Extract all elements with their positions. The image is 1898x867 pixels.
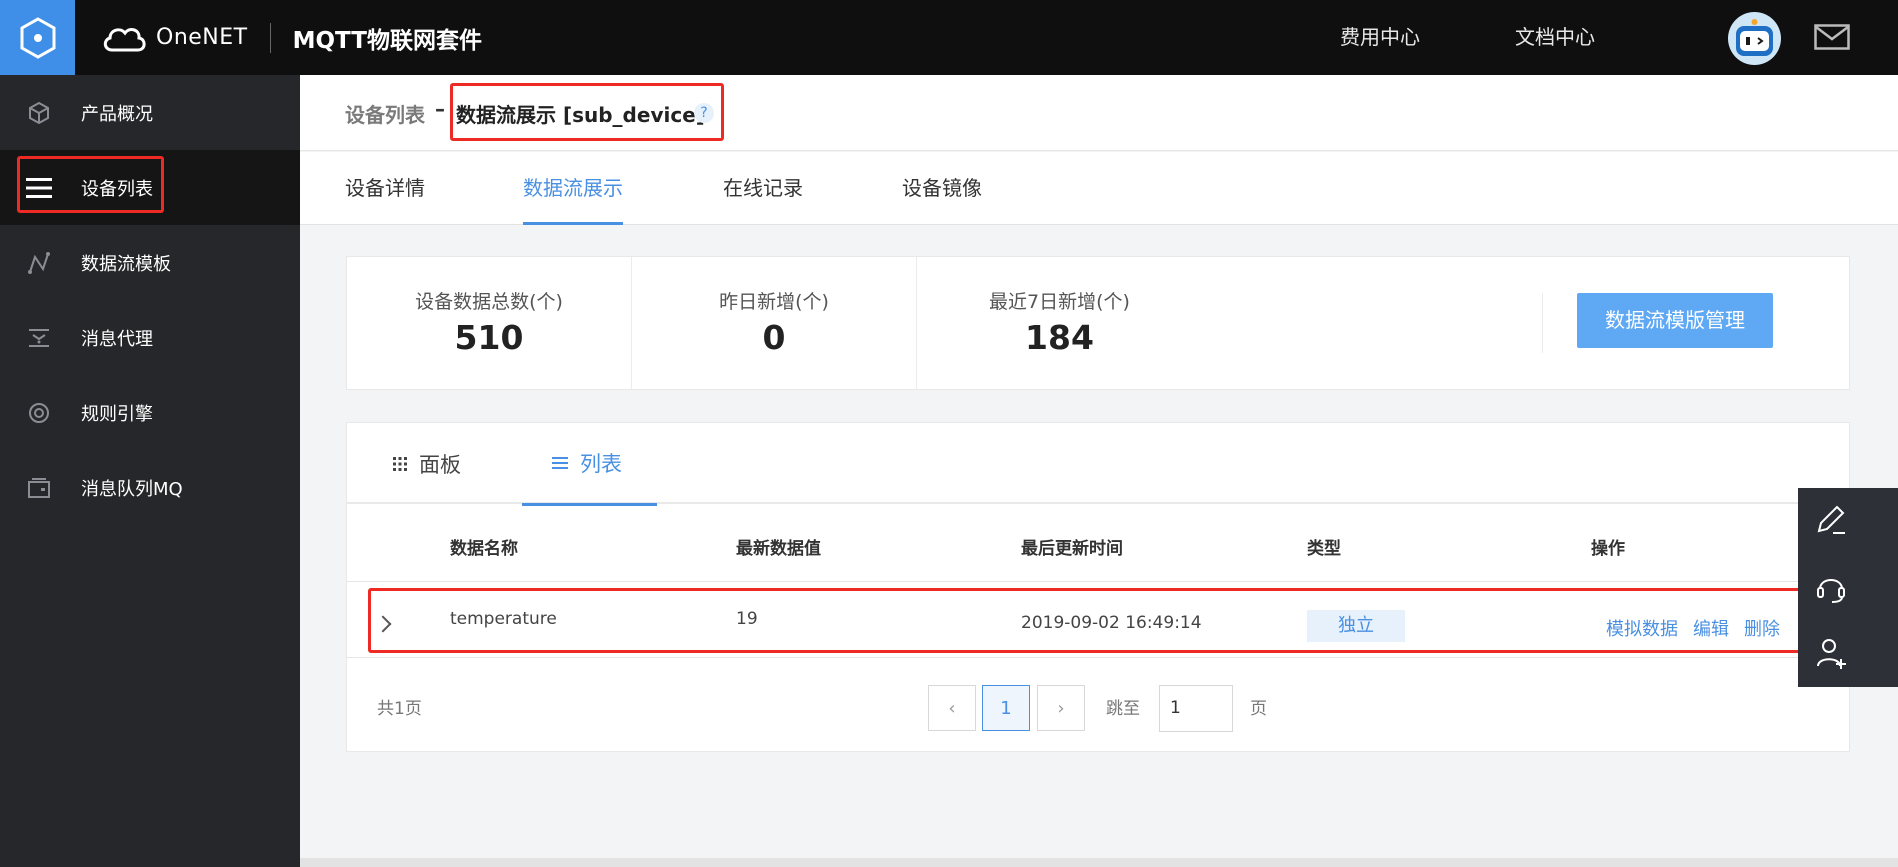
docs-center-link[interactable]: 文档中心: [1515, 0, 1595, 75]
top-bar: OneNET MQTT物联网套件 费用中心 文档中心: [0, 0, 1898, 75]
sidebar-item-rule-engine[interactable]: 规则引擎: [0, 375, 300, 450]
sidebar-item-message-proxy[interactable]: 消息代理: [0, 300, 300, 375]
queue-icon: [26, 475, 52, 501]
stat-label: 昨日新增(个): [719, 291, 829, 313]
next-page-button[interactable]: ›: [1037, 685, 1085, 731]
tab-datastream-display[interactable]: 数据流展示: [523, 152, 623, 225]
column-header-updated-time: 最后更新时间: [1021, 539, 1123, 559]
feedback-edit-button[interactable]: [1798, 488, 1864, 554]
cloud-logo-icon: [103, 27, 146, 51]
headset-icon: [1817, 579, 1845, 603]
page-1-button[interactable]: 1: [982, 685, 1030, 731]
home-logo-button[interactable]: [0, 0, 75, 75]
sidebar-item-label: 规则引擎: [81, 403, 153, 425]
pagination: 共1页 ‹ 1 › 跳至 1 页: [347, 659, 1849, 751]
prev-page-button[interactable]: ‹: [928, 685, 976, 731]
main-content: 设备列表 – 数据流展示 [sub_device] ? 设备详情 数据流展示 在…: [300, 75, 1898, 867]
message-proxy-icon: [26, 325, 52, 351]
sidebar-item-label: 数据流模板: [81, 253, 171, 275]
stat-value: 510: [454, 318, 524, 357]
stats-card: 设备数据总数(个) 510 昨日新增(个) 0 最近7日新增(个) 184 数据…: [346, 256, 1850, 390]
stat-label: 设备数据总数(个): [415, 291, 563, 313]
page-suffix-label: 页: [1250, 699, 1267, 719]
list-lines-icon: [552, 457, 568, 469]
add-user-icon: [1817, 639, 1846, 669]
stat-yesterday: 昨日新增(个) 0: [632, 257, 916, 389]
stat-value: 0: [762, 318, 786, 357]
sidebar-item-label: 消息队列MQ: [81, 478, 183, 500]
brand: OneNET MQTT物联网套件: [100, 0, 482, 75]
column-header-actions: 操作: [1591, 539, 1625, 559]
sidebar-item-label: 产品概况: [81, 103, 153, 125]
sidebar-item-datastream-template[interactable]: 数据流模板: [0, 225, 300, 300]
stat-divider: [1542, 293, 1543, 353]
robot-avatar-icon: [1736, 19, 1773, 56]
brand-name: OneNET: [156, 25, 248, 50]
breadcrumb-device-list-link[interactable]: 设备列表: [345, 99, 425, 128]
jump-page-input[interactable]: 1: [1159, 685, 1233, 732]
tab-device-details[interactable]: 设备详情: [345, 152, 425, 225]
highlight-box: [450, 83, 724, 141]
column-header-name: 数据名称: [450, 539, 518, 559]
column-header-latest-value: 最新数据值: [736, 539, 821, 559]
tab-panel-view[interactable]: 面板: [393, 423, 461, 504]
datastream-icon: [26, 250, 52, 276]
breadcrumb: 设备列表 – 数据流展示 [sub_device] ?: [300, 75, 1898, 151]
customer-service-button[interactable]: [1798, 554, 1864, 620]
highlight-box: [368, 588, 1826, 653]
cube-icon: [26, 100, 52, 126]
add-user-button[interactable]: [1798, 620, 1864, 686]
column-header-type: 类型: [1307, 539, 1341, 559]
sidebar-item-label: 消息代理: [81, 328, 153, 350]
breadcrumb-separator: –: [435, 97, 445, 121]
jump-to-label: 跳至: [1106, 699, 1140, 719]
mail-icon[interactable]: [1814, 24, 1850, 50]
floating-toolbar: [1798, 488, 1898, 687]
tab-device-shadow[interactable]: 设备镜像: [902, 152, 982, 225]
highlight-box: [17, 156, 164, 213]
pagination-total: 共1页: [377, 699, 422, 719]
stat-value: 184: [1025, 318, 1094, 357]
bottom-scroll-strip: [300, 858, 1898, 867]
sidebar: 产品概况 设备列表 数据流模板 消息代理 规则引擎 消息队列MQ: [0, 75, 300, 867]
datastream-template-manage-button[interactable]: 数据流模版管理: [1577, 293, 1773, 348]
tab-label: 面板: [419, 452, 461, 477]
sidebar-item-product-overview[interactable]: 产品概况: [0, 75, 300, 150]
stat-last-7-days: 最近7日新增(个) 184: [917, 257, 1202, 389]
stat-label: 最近7日新增(个): [989, 291, 1130, 313]
view-tabs: 面板 列表: [347, 423, 1849, 506]
tab-online-records[interactable]: 在线记录: [723, 152, 803, 225]
grid-icon: [393, 456, 407, 471]
tab-list-view[interactable]: 列表: [522, 423, 657, 506]
billing-center-link[interactable]: 费用中心: [1340, 0, 1420, 75]
datastream-list-card: 面板 列表 数据名称 最新数据值 最后更新时间 类型 操作 temperatur…: [346, 422, 1850, 752]
sidebar-item-message-queue[interactable]: 消息队列MQ: [0, 450, 300, 525]
stat-total: 设备数据总数(个) 510: [347, 257, 631, 389]
product-name: MQTT物联网套件: [292, 27, 482, 54]
brand-divider: [269, 22, 271, 53]
hexagon-logo-icon: [20, 16, 55, 59]
device-tabs: 设备详情 数据流展示 在线记录 设备镜像: [300, 152, 1898, 225]
table-row: temperature 19 2019-09-02 16:49:14 独立 模拟…: [347, 583, 1849, 658]
tab-label: 列表: [580, 452, 622, 476]
user-avatar[interactable]: [1728, 12, 1781, 65]
table-header: 数据名称 最新数据值 最后更新时间 类型 操作: [347, 506, 1849, 582]
rule-engine-icon: [26, 400, 52, 426]
pen-icon: [1817, 505, 1845, 534]
